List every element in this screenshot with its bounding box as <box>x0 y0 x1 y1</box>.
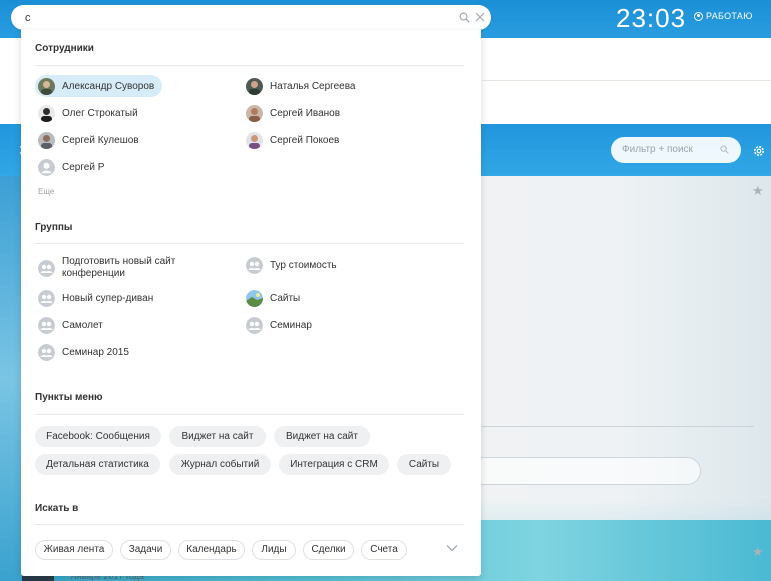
clock[interactable]: 23:03 <box>616 3 686 34</box>
group-icon <box>38 259 55 277</box>
employee-item[interactable]: Александр Суворов <box>35 75 163 97</box>
star-icon[interactable]: ★ <box>752 544 764 560</box>
star-icon[interactable]: ★ <box>752 183 764 199</box>
search-scope-chip[interactable]: Счета <box>361 540 407 560</box>
employee-name: Сергей Иванов <box>270 107 341 119</box>
employee-item[interactable]: Сергей Покоев <box>243 129 347 151</box>
more-employees-link[interactable]: Еще <box>38 187 54 196</box>
menu-item-chip[interactable]: Facebook: Сообщения <box>35 426 161 447</box>
employee-name: Сергей Покоев <box>270 134 340 146</box>
group-name: Тур стоимость <box>270 259 337 271</box>
divider <box>482 80 771 81</box>
filter-placeholder: Фильтр + поиск <box>622 144 693 155</box>
background-input[interactable] <box>470 457 701 485</box>
group-name: Подготовить новый сайт конференции <box>62 256 176 279</box>
menu-item-chip[interactable]: Сайты <box>397 454 451 475</box>
employee-item[interactable]: Сергей Иванов <box>243 102 348 124</box>
group-name: Семинар <box>270 319 312 331</box>
group-name: Семинар 2015 <box>62 346 129 358</box>
employee-name: Сергей Р <box>62 161 105 173</box>
employee-item[interactable]: Олег Строкатый <box>35 102 146 124</box>
section-title-groups: Группы <box>35 222 73 233</box>
group-icon <box>38 317 55 334</box>
divider <box>35 243 464 244</box>
search-input[interactable] <box>25 9 445 26</box>
avatar <box>38 77 55 95</box>
divider <box>35 414 464 415</box>
avatar <box>246 104 263 122</box>
group-icon <box>38 290 55 307</box>
gear-icon[interactable] <box>752 144 766 158</box>
chevron-down-icon[interactable] <box>446 544 458 552</box>
employee-item[interactable]: Наталья Сергеева <box>243 75 364 97</box>
work-status[interactable]: РАБОТАЮ <box>694 11 753 21</box>
section-title-search-in: Искать в <box>35 503 79 514</box>
divider <box>482 426 754 427</box>
group-item[interactable]: Подготовить новый сайт конференции <box>38 256 208 280</box>
search-scope-chip[interactable]: Живая лента <box>35 540 113 560</box>
employee-name: Олег Строкатый <box>62 107 138 119</box>
group-item[interactable]: Новый супер-диван <box>38 290 153 307</box>
default-user-icon <box>38 158 55 176</box>
background-left-strip <box>0 176 22 581</box>
employee-name: Александр Суворов <box>62 80 155 92</box>
filter-search-icon <box>720 145 729 154</box>
group-name: Сайты <box>270 292 301 304</box>
group-item[interactable]: Самолет <box>38 317 103 334</box>
section-title-menu-items: Пункты меню <box>35 392 103 403</box>
search-results-dropdown: Сотрудники Александр Суворов Наталья Сер… <box>21 30 481 576</box>
search-scope-chip[interactable]: Лиды <box>252 540 296 560</box>
group-icon <box>38 344 55 361</box>
avatar <box>246 131 263 149</box>
global-search[interactable] <box>11 5 491 30</box>
status-dot-icon <box>694 11 703 21</box>
menu-item-chip[interactable]: Детальная статистика <box>35 454 160 475</box>
avatar <box>38 104 55 122</box>
group-item[interactable]: Семинар <box>246 317 312 334</box>
employee-name: Наталья Сергеева <box>270 80 356 92</box>
employee-item[interactable]: Сергей Кулешов <box>35 129 147 151</box>
avatar <box>246 290 263 307</box>
group-item[interactable]: Сайты <box>246 290 300 307</box>
group-name: Новый супер-диван <box>62 292 154 304</box>
divider <box>35 524 464 525</box>
employee-item[interactable]: Сергей Р <box>35 156 112 178</box>
work-status-label: РАБОТАЮ <box>706 11 753 21</box>
filter-search-input[interactable]: Фильтр + поиск <box>611 137 741 163</box>
search-icon[interactable] <box>459 12 470 23</box>
search-scope-chip[interactable]: Сделки <box>303 540 354 560</box>
employee-name: Сергей Кулешов <box>62 134 139 146</box>
search-scope-chip[interactable]: Задачи <box>120 540 171 560</box>
group-icon <box>246 257 263 274</box>
menu-item-chip[interactable]: Журнал событий <box>169 454 271 475</box>
avatar <box>246 77 263 95</box>
menu-item-chip[interactable]: Интеграция с CRM <box>279 454 389 475</box>
group-item[interactable]: Семинар 2015 <box>38 344 129 361</box>
group-item[interactable]: Тур стоимость <box>246 257 337 274</box>
group-icon <box>246 317 263 334</box>
search-scope-chip[interactable]: Календарь <box>178 540 245 560</box>
divider <box>35 65 464 66</box>
section-title-employees: Сотрудники <box>35 43 94 54</box>
avatar <box>38 131 55 149</box>
menu-item-chip[interactable]: Виджет на сайт <box>169 426 266 447</box>
group-name: Самолет <box>62 319 103 331</box>
menu-item-chip[interactable]: Виджет на сайт <box>274 426 370 447</box>
close-icon[interactable] <box>475 12 485 22</box>
